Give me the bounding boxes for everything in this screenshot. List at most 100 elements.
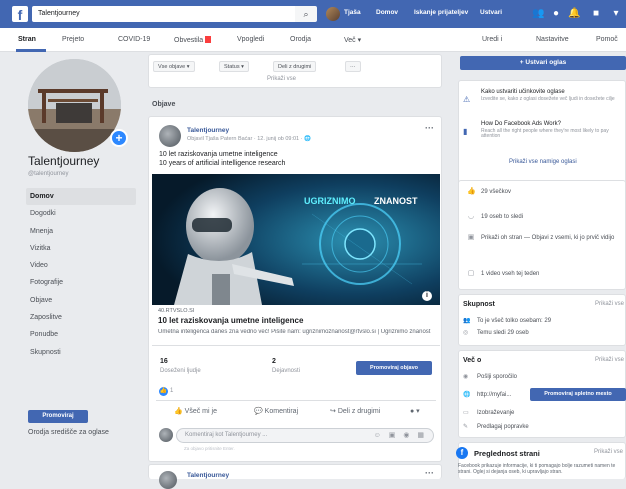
warning-icon: ⚠ [463, 95, 471, 104]
tip-sub-2: Reach all the right people where they're… [481, 128, 609, 139]
filter-share[interactable]: Deli z drugimi [273, 61, 317, 72]
reaction-count[interactable]: 1 [170, 388, 173, 394]
show-all-link[interactable]: Prikaži vse [267, 76, 296, 82]
info-icon[interactable]: i [422, 291, 432, 301]
tab-edit[interactable]: Uredi i [482, 36, 502, 43]
education-row: ▭ Izobraževanje [463, 409, 514, 416]
link-title[interactable]: 10 let raziskovanja umetne inteligence [158, 316, 303, 325]
like-label: Všeč mi je [184, 408, 217, 415]
videos-row: ▢ 1 video vseh tej teden [467, 269, 540, 277]
add-photo-icon[interactable]: + [110, 129, 128, 147]
menu-chevron-icon[interactable]: ▾ [610, 8, 622, 20]
post-text-line2: 10 years of artificial intelligence rese… [159, 160, 286, 167]
search-input[interactable]: Talentjourney [32, 6, 312, 22]
sidebar-item-reviews[interactable]: Mnenja [26, 223, 136, 240]
chart-icon: ▮ [463, 127, 468, 136]
messenger-icon[interactable]: ● [550, 8, 562, 20]
user-avatar[interactable] [326, 7, 340, 21]
tab-inbox[interactable]: Prejeto [62, 36, 84, 43]
tip-title-1[interactable]: Kako ustvariti učinkovite oglase [481, 89, 565, 95]
sidebar-item-home[interactable]: Domov [26, 188, 136, 206]
globe-icon: 🌐 [463, 392, 471, 398]
sidebar-item-photos[interactable]: Fotografije [26, 274, 136, 291]
tab-help[interactable]: Pomoč [596, 36, 618, 43]
sidebar-item-jobs[interactable]: Zaposlitve [26, 309, 136, 326]
website-row[interactable]: 🌐 http://myfai... [463, 391, 511, 398]
find-friends-link[interactable]: Iskanje prijateljev [414, 9, 468, 16]
post-link-image[interactable]: UGRIZNIMO ZNANOST i [152, 174, 440, 305]
community-see-all[interactable]: Prikaži vse [595, 301, 624, 307]
tab-page[interactable]: Stran [18, 36, 36, 43]
link-description: Umetna inteligenca danes zna vedno več! … [158, 329, 431, 335]
boost-post-button[interactable]: Promoviraj objavo [356, 361, 432, 375]
transparency-see-all[interactable]: Prikaži vse [594, 449, 623, 455]
sidebar-item-videos[interactable]: Video [26, 257, 136, 274]
filter-more[interactable]: ··· [345, 61, 361, 72]
video-icon: ▢ [467, 270, 475, 277]
pencil-icon: ✎ [463, 424, 469, 430]
send-message-row[interactable]: ◉ Pošlji sporočilo [463, 373, 517, 380]
post-author-name[interactable]: Talentjourney [187, 127, 229, 134]
transparency-title: Preglednost strani [474, 449, 540, 458]
tab-insights[interactable]: Vpogledi [237, 36, 264, 43]
share-button[interactable]: ↪ Deli z drugimi [330, 407, 380, 415]
promote-website-button[interactable]: Promoviraj spletno mesto [530, 388, 626, 401]
follow-icon: ◎ [463, 330, 469, 336]
user-name-link[interactable]: Tjaša [344, 9, 361, 16]
facebook-logo-icon[interactable]: f [12, 6, 28, 23]
about-see-all[interactable]: Prikaži vse [595, 357, 624, 363]
sidebar-item-communities[interactable]: Skupnosti [26, 344, 136, 361]
promote-button[interactable]: Promoviraj [28, 410, 88, 423]
create-link[interactable]: Ustvari [480, 9, 502, 16]
checkins-text: Prikaži oh stran — Objavi z vsemi, ki jo… [481, 235, 615, 241]
home-link[interactable]: Domov [376, 9, 398, 16]
filter-all-posts[interactable]: Vse objave ▾ [153, 61, 195, 72]
tab-more[interactable]: Več ▾ [344, 36, 361, 44]
post-meta[interactable]: Objavil Tjaša Patern Baćar · 12. junij o… [187, 136, 311, 142]
checkins-row: ▣ Prikaži oh stran — Objavi z vsemi, ki j… [467, 234, 619, 242]
filter-status[interactable]: Status ▾ [219, 61, 249, 72]
sidebar-item-about[interactable]: Vizitka [26, 240, 136, 257]
followers-row: ◡ 19 oseb to sledi [467, 212, 523, 220]
search-icon[interactable]: ⌕ [295, 6, 317, 22]
comment-input[interactable]: Komentiraj kot Talentjourney ... ☺ ▣ ◉ ▦ [176, 428, 434, 443]
comment-button[interactable]: 💬 Komentiraj [254, 407, 298, 415]
help-icon[interactable]: ■ [590, 8, 602, 20]
profile-picture[interactable] [28, 59, 121, 152]
feed-column: Vse objave ▾ Status ▾ Deli z drugimi ···… [148, 52, 442, 489]
post-as-selector[interactable]: ● ▾ [410, 407, 420, 415]
tab-notifications[interactable]: Obvestila [174, 36, 212, 44]
post2-author-avatar[interactable] [159, 471, 177, 489]
create-ad-button[interactable]: + Ustvari oglas [460, 56, 626, 70]
like-reaction-icon[interactable]: 👍 [159, 387, 168, 396]
community-likes-text: To je všeč tolko osebam: 29 [477, 318, 552, 324]
tab-tools[interactable]: Orodja [290, 36, 311, 43]
tab-covid[interactable]: COVID-19 [118, 36, 150, 43]
page-stats-card: 👍 29 všečkov ◡ 19 oseb to sledi ▣ Prikaži o… [458, 180, 626, 290]
comment-hint: Za objavo pritisnite Enter. [184, 446, 235, 451]
comment-tools-icon[interactable]: ☺ ▣ ◉ ▦ [374, 429, 427, 442]
notification-badge [205, 36, 212, 43]
page-handle[interactable]: @talentjourney [28, 171, 68, 177]
comment-label: Komentiraj [264, 408, 299, 415]
tab-notifications-label: Obvestila [174, 37, 204, 44]
reach-value: 16 [160, 358, 168, 365]
ad-center-link[interactable]: Orodja središče za oglase [28, 429, 109, 436]
post-author-avatar[interactable] [159, 125, 181, 147]
notifications-icon[interactable]: 🔔 [568, 8, 580, 20]
tab-settings[interactable]: Nastavitve [536, 36, 569, 43]
post2-options-icon[interactable]: ··· [425, 468, 434, 478]
like-button[interactable]: 👍 Všeč mi je [174, 407, 217, 415]
friends-icon[interactable]: 👥 [532, 8, 544, 20]
sidebar-item-events[interactable]: Dogodki [26, 205, 136, 222]
post-options-icon[interactable]: ··· [425, 123, 434, 133]
suggest-edits-text: Predlagaj popravke [477, 424, 529, 430]
page-name: Talentjourney [28, 154, 100, 168]
page-nav-bar: Stran Prejeto COVID-19 Obvestila Vpogled… [0, 28, 626, 52]
sidebar-item-offers[interactable]: Ponudbe [26, 326, 136, 343]
suggest-edits-row[interactable]: ✎ Predlagaj popravke [463, 423, 529, 430]
sidebar-item-posts[interactable]: Objave [26, 292, 136, 309]
see-all-tips-link[interactable]: Prikaži vse namige oglasi [509, 159, 577, 165]
tip-title-2[interactable]: How Do Facebook Ads Work? [481, 121, 561, 127]
post2-author-name[interactable]: Talentjourney [187, 472, 229, 479]
